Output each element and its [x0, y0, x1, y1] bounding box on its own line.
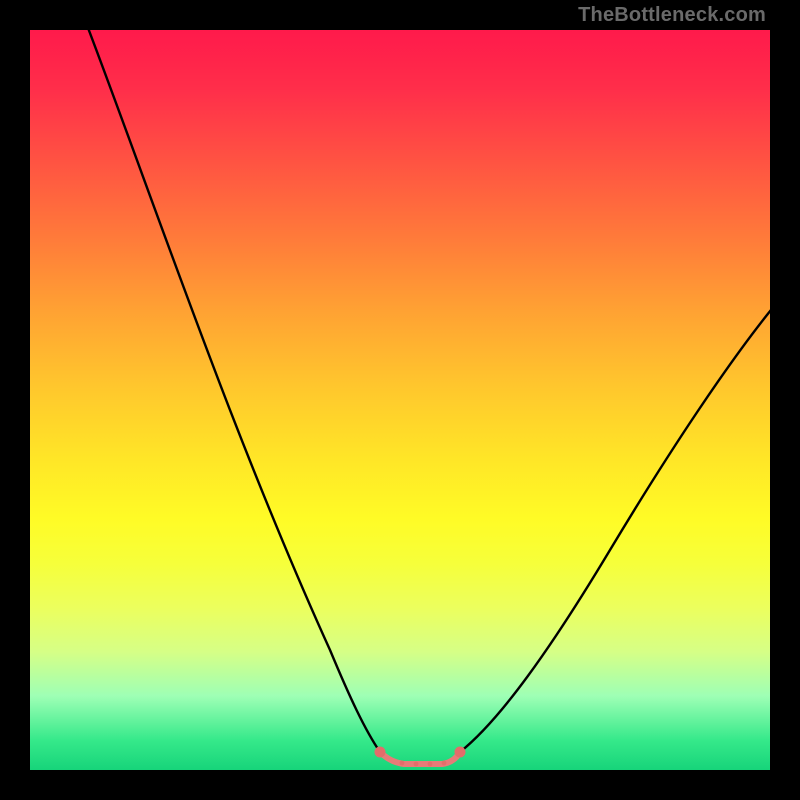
curve-left-branch [85, 30, 380, 752]
highlight-tick [400, 761, 405, 766]
highlight-segment [380, 752, 460, 764]
highlight-dot-left [375, 747, 386, 758]
curve-right-branch [460, 305, 770, 752]
watermark-text: TheBottleneck.com [578, 4, 766, 27]
curve-layer [30, 30, 770, 770]
highlight-tick [414, 762, 419, 767]
plot-area [30, 30, 770, 770]
chart-frame: TheBottleneck.com [0, 0, 800, 800]
highlight-tick [442, 761, 447, 766]
highlight-tick [428, 762, 433, 767]
highlight-dot-right [455, 747, 466, 758]
